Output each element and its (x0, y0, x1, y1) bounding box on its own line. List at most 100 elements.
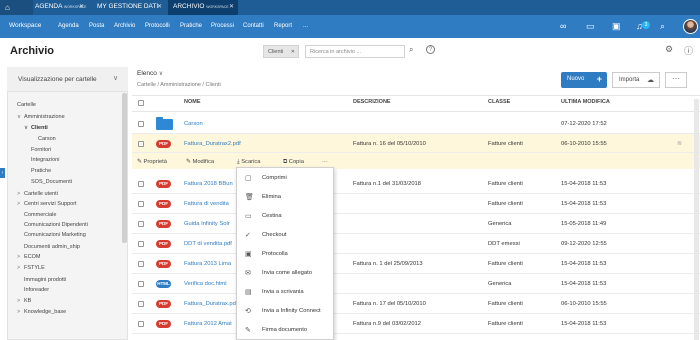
tab-archivio[interactable]: ARCHIVIO WORKSPACE ✕ (168, 0, 238, 15)
menu-item-checkout[interactable]: ✓ Checkout (237, 228, 333, 244)
tree-item[interactable]: ∨ Amministrazione (17, 114, 65, 120)
file-name[interactable]: Verifica doc.html (184, 281, 227, 287)
chevron-right-icon[interactable]: > (17, 265, 24, 271)
download-action[interactable]: ⤓ Scarica (237, 159, 261, 166)
view-selector[interactable]: Visualizzazione per cartelle ∨ (7, 67, 128, 92)
col-description[interactable]: DESCRIZIONE (353, 99, 391, 105)
notes-icon[interactable]: ▭ (586, 21, 595, 31)
tree-item[interactable]: Carson (38, 136, 56, 142)
chevron-right-icon[interactable]: > (17, 309, 24, 315)
chevron-right-icon[interactable]: > (17, 201, 24, 207)
help-icon[interactable]: ? (426, 45, 435, 54)
edit-action[interactable]: ✎ Modifica (186, 159, 214, 165)
tree-item[interactable]: Inforeader (24, 287, 49, 293)
stack-icon[interactable]: ≋ (677, 140, 682, 147)
menu-item-send-desk[interactable]: ▤ Invia a scrivania (237, 285, 333, 301)
close-icon[interactable]: ✕ (291, 49, 295, 55)
nav-archivio[interactable]: Archivio (114, 23, 135, 29)
menu-item-protocol[interactable]: ▣ Protocolla (237, 247, 333, 263)
table-row[interactable] (132, 114, 700, 134)
row-checkbox[interactable] (138, 321, 144, 327)
nav-contatti[interactable]: Contatti (243, 23, 264, 29)
properties-action[interactable]: ✎ Proprietà (137, 159, 167, 165)
chevron-right-icon[interactable]: > (17, 298, 24, 304)
chevron-down-icon[interactable]: ∨ (17, 114, 24, 120)
tree-item[interactable]: Comunicazioni Dipendenti (24, 222, 88, 228)
file-name[interactable]: Fattura 2013 Lima (184, 261, 231, 267)
search-icon[interactable]: ⌕ (660, 21, 665, 31)
sidebar-toggle[interactable]: › (0, 168, 5, 178)
tree-item[interactable]: SOS_Documenti (31, 179, 72, 185)
close-icon[interactable]: ✕ (79, 3, 84, 10)
more-button[interactable]: ··· (665, 72, 687, 88)
close-icon[interactable]: ✕ (157, 3, 162, 10)
row-checkbox[interactable] (138, 181, 144, 187)
col-modified[interactable]: ULTIMA MODIFICA (561, 99, 610, 105)
row-checkbox[interactable] (138, 301, 144, 307)
row-checkbox[interactable] (138, 201, 144, 207)
view-title[interactable]: Elenco ∨ (137, 70, 163, 77)
tree-item[interactable]: Comunicazioni Marketing (24, 232, 86, 238)
home-tab[interactable]: ⌂ (0, 0, 33, 15)
chevron-down-icon[interactable]: ∨ (24, 125, 31, 131)
tree-item[interactable]: > KB (17, 298, 31, 304)
file-name[interactable]: Fattura 2012 Amat (184, 321, 232, 327)
file-name[interactable]: DDT di vendita.pdf (184, 241, 232, 247)
row-checkbox[interactable] (138, 241, 144, 247)
tree-item[interactable]: Cartelle (17, 102, 36, 108)
close-icon[interactable]: ✕ (229, 3, 234, 10)
tree-item[interactable]: ∨ Clienti (24, 125, 48, 131)
tree-item[interactable]: Commerciale (24, 212, 56, 218)
nav-protocolli[interactable]: Protocolli (145, 23, 170, 29)
filter-chip[interactable]: Clienti ✕ (263, 45, 299, 58)
menu-item-send-attachment[interactable]: ✉ Invia come allegato (237, 266, 333, 282)
nav-processi[interactable]: Processi (211, 23, 234, 29)
sidebar-scrollbar[interactable] (122, 93, 127, 243)
tree-item[interactable]: Immagini prodotti (24, 277, 66, 283)
nav-agenda[interactable]: Agenda (58, 23, 79, 29)
tree-item[interactable]: > ECOM (17, 254, 41, 260)
copy-action[interactable]: ⧉ Copia (283, 159, 304, 166)
select-all-checkbox[interactable] (138, 100, 144, 106)
row-checkbox[interactable] (138, 261, 144, 267)
file-name[interactable]: Fattura_Duratrax.pd (184, 301, 236, 307)
tree-item[interactable]: Pratiche (31, 168, 51, 174)
file-name[interactable]: Fattura_Duratrax2.pdf (184, 141, 241, 147)
more-actions[interactable]: ··· (322, 159, 328, 165)
tab-agenda[interactable]: AGENDA WORKSPACE ✕ (30, 0, 88, 15)
nav-pratiche[interactable]: Pratiche (180, 23, 202, 29)
tree-item[interactable]: > Knowledge_base (17, 309, 66, 315)
file-name[interactable]: Fattura 2018 BBun (184, 181, 233, 187)
breadcrumb[interactable]: Cartelle / Amministrazione / Clienti (137, 82, 221, 88)
file-name[interactable]: Carson (184, 121, 203, 127)
import-button[interactable]: Importa ☁ (612, 72, 660, 88)
tree-item[interactable]: > Cartelle utenti (17, 191, 58, 197)
menu-item-delete[interactable]: 🗑 Elimina (237, 190, 333, 206)
tab-my-gestione-dati[interactable]: MY GESTIONE DATI ✕ (92, 0, 166, 15)
row-checkbox[interactable] (138, 121, 144, 127)
table-scrollbar[interactable] (694, 99, 699, 340)
search-icon[interactable]: ⌕ (409, 45, 413, 55)
tree-item[interactable]: > Centri servizi Support (17, 201, 77, 207)
col-name[interactable]: NOME (184, 99, 201, 105)
nav-more[interactable]: ... (303, 23, 308, 29)
tree-item[interactable]: Fornitori (31, 147, 51, 153)
file-name[interactable]: Fattura di vendita (184, 201, 229, 207)
menu-item-sign-document[interactable]: ✎ Firma documento (237, 323, 333, 339)
tree-item[interactable]: Integrazioni (31, 157, 59, 163)
menu-item-send-connect[interactable]: ⟲ Invia a Infinity Connect (237, 304, 333, 320)
col-class[interactable]: CLASSE (488, 99, 510, 105)
new-button[interactable]: Nuovo + (561, 72, 607, 88)
info-icon[interactable]: ⓘ (684, 44, 693, 57)
gear-icon[interactable]: ⚙ (665, 44, 673, 55)
row-checkbox[interactable] (138, 281, 144, 287)
row-checkbox[interactable] (138, 221, 144, 227)
brand[interactable]: Workspace (9, 22, 41, 29)
chevron-right-icon[interactable]: > (17, 191, 24, 197)
row-checkbox[interactable] (138, 141, 144, 147)
chevron-right-icon[interactable]: > (17, 254, 24, 260)
nav-posta[interactable]: Posta (89, 23, 104, 29)
menu-item-compress[interactable]: ▢ Comprimi (237, 171, 333, 187)
menu-item-trash[interactable]: ▭ Cestina (237, 209, 333, 225)
search-input[interactable]: Ricerca in archivio ... (305, 45, 405, 58)
